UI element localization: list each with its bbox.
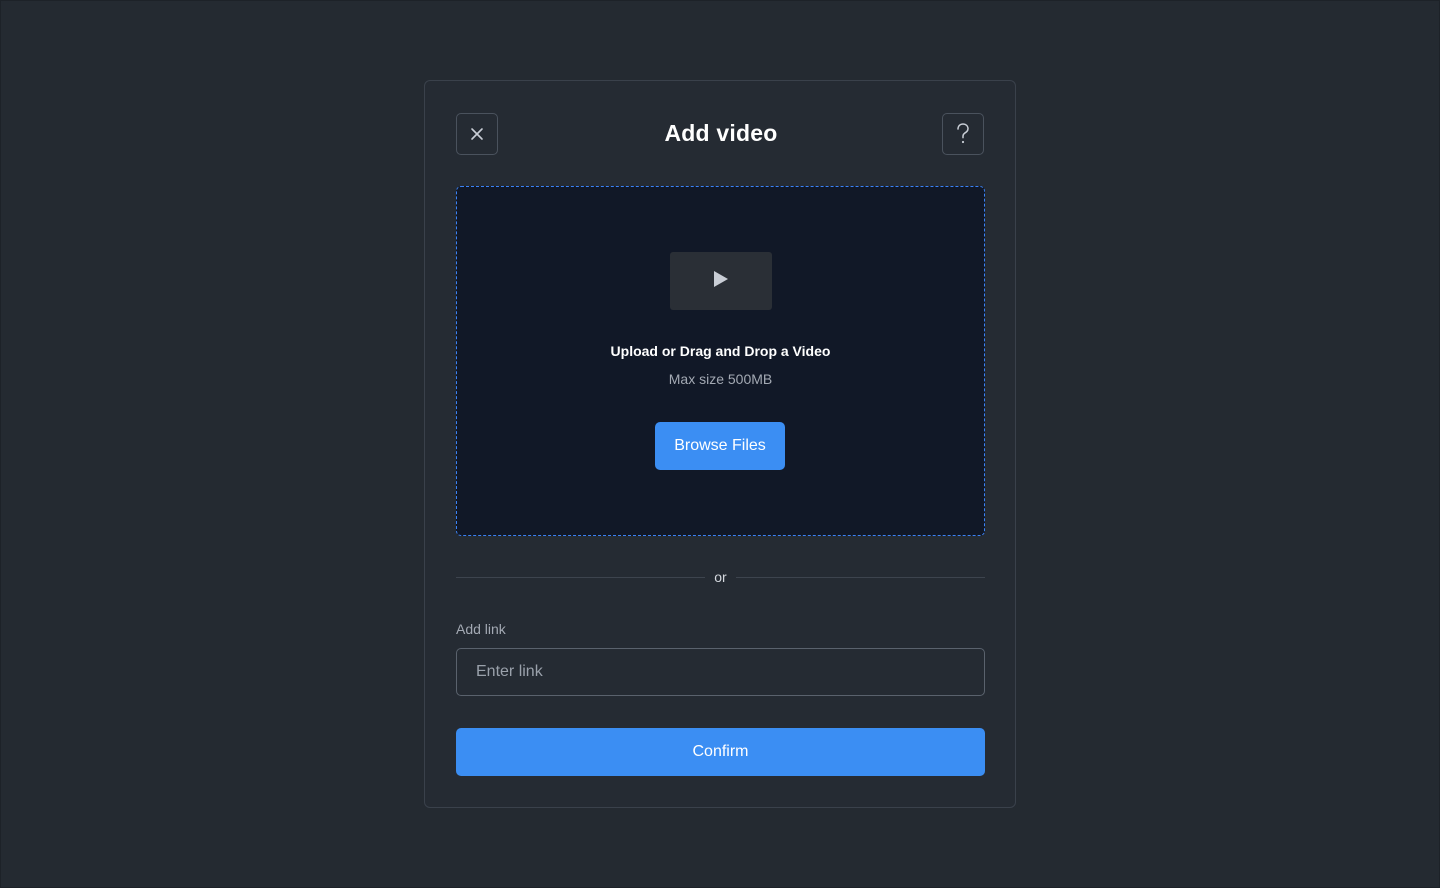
- dropzone-size-hint: Max size 500MB: [668, 371, 773, 387]
- video-dropzone[interactable]: Upload or Drag and Drop a Video Max size…: [456, 186, 985, 536]
- confirm-button[interactable]: Confirm: [456, 728, 985, 776]
- dropzone-title: Upload or Drag and Drop a Video: [610, 343, 831, 359]
- video-placeholder: [670, 252, 772, 310]
- help-button[interactable]: [942, 113, 984, 155]
- add-video-modal: Add video Upload or Drag and Drop a Vide…: [424, 80, 1016, 808]
- divider-text: or: [714, 569, 727, 585]
- divider-line-right: [736, 577, 985, 578]
- question-mark-icon: [956, 123, 970, 145]
- add-link-label: Add link: [456, 621, 506, 637]
- or-divider: or: [456, 569, 985, 587]
- modal-title: Add video: [664, 120, 778, 146]
- divider-line-left: [456, 577, 705, 578]
- play-icon: [713, 270, 729, 293]
- browse-files-button[interactable]: Browse Files: [655, 422, 785, 470]
- link-input[interactable]: [456, 648, 985, 696]
